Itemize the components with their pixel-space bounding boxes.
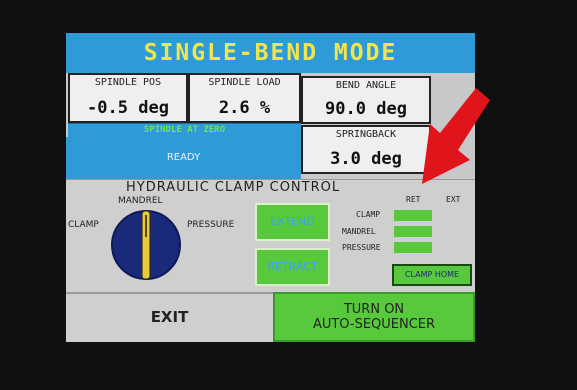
screen-title: SINGLE-BEND MODE	[66, 33, 475, 73]
spindle-pos-cell: SPINDLE POS -0.5 deg	[68, 73, 188, 123]
clamp-indicator-label: CLAMP	[356, 210, 381, 219]
mandrel-indicator-label: MANDREL	[342, 227, 376, 236]
clamp-home-button[interactable]: CLAMP HOME	[392, 264, 472, 286]
dial-clamp-label: CLAMP	[68, 220, 99, 230]
mandrel-ret-indicator	[394, 226, 432, 237]
spindle-status-banner: SPINDLE AT ZERO	[68, 123, 301, 137]
pressure-ret-indicator	[394, 242, 432, 253]
auto-sequencer-line1: TURN ON	[343, 302, 405, 317]
auto-sequencer-line2: AUTO-SEQUENCER	[312, 317, 436, 332]
spindle-pos-label: SPINDLE POS	[94, 77, 162, 88]
spindle-load-label: SPINDLE LOAD	[208, 77, 281, 88]
ret-column-label: RET	[406, 195, 421, 204]
clamp-ret-indicator	[394, 210, 432, 221]
dial-pressure-label: PRESSURE	[187, 220, 235, 230]
ready-status: READY	[66, 137, 301, 179]
spindle-load-value: 2.6 %	[218, 98, 271, 118]
red-pointer-arrow-icon	[422, 88, 490, 184]
pressure-indicator-label: PRESSURE	[342, 243, 381, 252]
retract-button[interactable]: RETRACT	[255, 248, 330, 286]
extend-button[interactable]: EXTEND	[255, 203, 330, 241]
ext-column-label: EXT	[446, 195, 461, 204]
dial-mandrel-label: MANDREL	[118, 196, 163, 206]
hydraulic-clamp-panel: HYDRAULIC CLAMP CONTROL MANDREL CLAMP PR…	[66, 179, 475, 293]
spindle-pos-value: -0.5 deg	[87, 98, 169, 118]
auto-sequencer-button[interactable]: TURN ON AUTO-SEQUENCER	[273, 292, 475, 342]
clamp-selector-dial[interactable]	[110, 209, 182, 281]
spindle-load-cell: SPINDLE LOAD 2.6 %	[188, 73, 301, 123]
exit-button[interactable]: EXIT	[66, 292, 273, 342]
clamp-panel-title: HYDRAULIC CLAMP CONTROL	[126, 180, 341, 195]
